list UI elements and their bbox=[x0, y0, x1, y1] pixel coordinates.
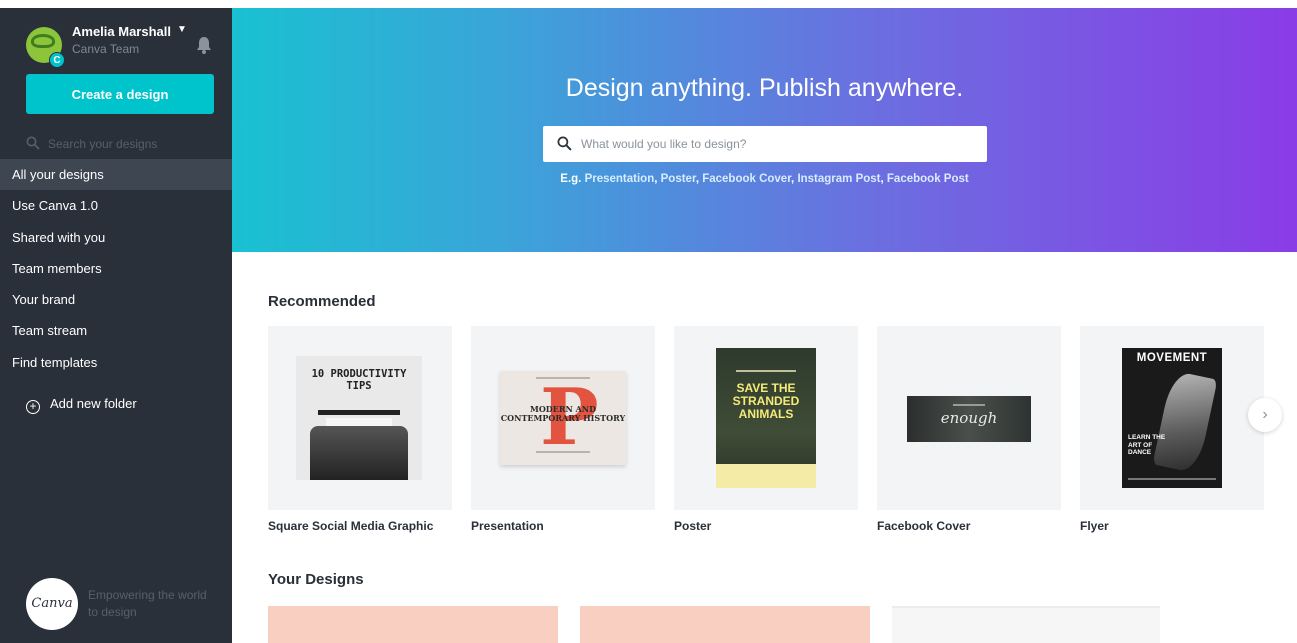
user-team: Canva Team bbox=[72, 42, 140, 56]
canva-logo[interactable]: Canva bbox=[26, 578, 78, 630]
template-thumbnail: SAVE THE STRANDED ANIMALS bbox=[716, 348, 816, 488]
example-link[interactable]: Instagram Post bbox=[797, 173, 880, 185]
card-label[interactable]: Presentation bbox=[471, 519, 544, 533]
hero-title: Design anything. Publish anywhere. bbox=[565, 74, 964, 102]
thumbnail-text: MODERN AND CONTEMPORARY HISTORY bbox=[500, 404, 626, 423]
user-name[interactable]: Amelia Marshall bbox=[72, 24, 171, 39]
thumbnail-text: enough bbox=[940, 409, 998, 427]
sidebar-item-brand[interactable]: Your brand bbox=[0, 284, 246, 315]
sidebar-item-team-stream[interactable]: Team stream bbox=[0, 315, 246, 346]
user-account[interactable]: C Amelia Marshall ▼ Canva Team bbox=[26, 22, 226, 68]
hero-search-box[interactable] bbox=[543, 126, 987, 162]
template-card-presentation[interactable]: P MODERN AND CONTEMPORARY HISTORY bbox=[471, 326, 655, 510]
card-label[interactable]: Square Social Media Graphic bbox=[268, 519, 433, 533]
bell-icon[interactable] bbox=[196, 36, 212, 54]
template-card-social[interactable]: 10 PRODUCTIVITY TIPS bbox=[268, 326, 452, 510]
example-link[interactable]: Facebook Post bbox=[887, 173, 969, 185]
sidebar: C Amelia Marshall ▼ Canva Team Create a … bbox=[0, 8, 246, 643]
example-link[interactable]: Poster bbox=[661, 173, 696, 185]
template-thumbnail: enough bbox=[907, 396, 1031, 442]
design-tile[interactable] bbox=[268, 606, 558, 643]
brand-tagline: Empowering the world to design bbox=[88, 588, 207, 619]
dancer-image bbox=[1152, 370, 1218, 474]
card-label[interactable]: Facebook Cover bbox=[877, 519, 970, 533]
example-link[interactable]: Presentation bbox=[585, 173, 655, 185]
card-label[interactable]: Flyer bbox=[1080, 519, 1109, 533]
example-link[interactable]: Facebook Cover bbox=[702, 173, 791, 185]
avatar-leaf-icon bbox=[31, 34, 55, 48]
add-folder-label: Add new folder bbox=[50, 396, 137, 411]
thumbnail-bar bbox=[318, 410, 400, 415]
chevron-right-icon[interactable]: › bbox=[1248, 398, 1282, 432]
thumbnail-footer bbox=[716, 464, 816, 488]
caret-down-icon[interactable]: ▼ bbox=[177, 24, 187, 35]
plus-circle-icon: + bbox=[26, 400, 40, 414]
thumbnail-subtext: LEARN THE ART OF DANCE bbox=[1128, 434, 1166, 456]
recommended-title: Recommended bbox=[268, 293, 376, 310]
template-card-flyer[interactable]: MOVEMENT LEARN THE ART OF DANCE bbox=[1080, 326, 1264, 510]
brand-footer: Canva Empowering the world to design bbox=[26, 578, 226, 634]
typewriter-image bbox=[310, 426, 408, 480]
thumbnail-rule bbox=[736, 370, 796, 372]
sidebar-item-canva-1[interactable]: Use Canva 1.0 bbox=[0, 190, 246, 221]
sidebar-search bbox=[26, 132, 216, 156]
sidebar-item-find-templates[interactable]: Find templates bbox=[0, 347, 246, 378]
card-label[interactable]: Poster bbox=[674, 519, 711, 533]
design-tile[interactable] bbox=[580, 606, 870, 643]
examples-label: E.g. bbox=[560, 173, 582, 185]
template-card-poster[interactable]: SAVE THE STRANDED ANIMALS bbox=[674, 326, 858, 510]
sidebar-item-shared[interactable]: Shared with you bbox=[0, 222, 246, 253]
template-thumbnail: P MODERN AND CONTEMPORARY HISTORY bbox=[500, 371, 626, 465]
sidebar-item-all-designs[interactable]: All your designs bbox=[0, 159, 246, 191]
team-badge: C bbox=[49, 52, 65, 68]
thumbnail-rule bbox=[1128, 478, 1216, 480]
template-thumbnail: 10 PRODUCTIVITY TIPS bbox=[296, 356, 422, 480]
your-designs-title: Your Designs bbox=[268, 571, 364, 588]
design-search-input[interactable] bbox=[581, 134, 971, 154]
search-icon bbox=[557, 136, 572, 151]
search-examples: E.g. Presentation, Poster, Facebook Cove… bbox=[560, 173, 969, 185]
thumbnail-text: SAVE THE STRANDED ANIMALS bbox=[732, 381, 800, 421]
search-icon bbox=[26, 136, 40, 150]
template-thumbnail: MOVEMENT LEARN THE ART OF DANCE bbox=[1122, 348, 1222, 488]
sidebar-nav: All your designs Use Canva 1.0 Shared wi… bbox=[0, 159, 246, 378]
hero-banner: Design anything. Publish anywhere. E.g. … bbox=[232, 8, 1297, 252]
thumbnail-text: 10 PRODUCTIVITY TIPS bbox=[311, 368, 407, 392]
sidebar-item-team-members[interactable]: Team members bbox=[0, 253, 246, 284]
search-designs-input[interactable] bbox=[48, 134, 208, 154]
add-folder-button[interactable]: + Add new folder bbox=[26, 396, 137, 416]
thumbnail-rule bbox=[953, 404, 985, 406]
thumbnail-text: MOVEMENT bbox=[1136, 352, 1208, 364]
design-tile[interactable] bbox=[892, 606, 1160, 643]
create-design-button[interactable]: Create a design bbox=[26, 74, 214, 114]
template-card-facebook-cover[interactable]: enough bbox=[877, 326, 1061, 510]
thumbnail-rule bbox=[536, 451, 590, 453]
